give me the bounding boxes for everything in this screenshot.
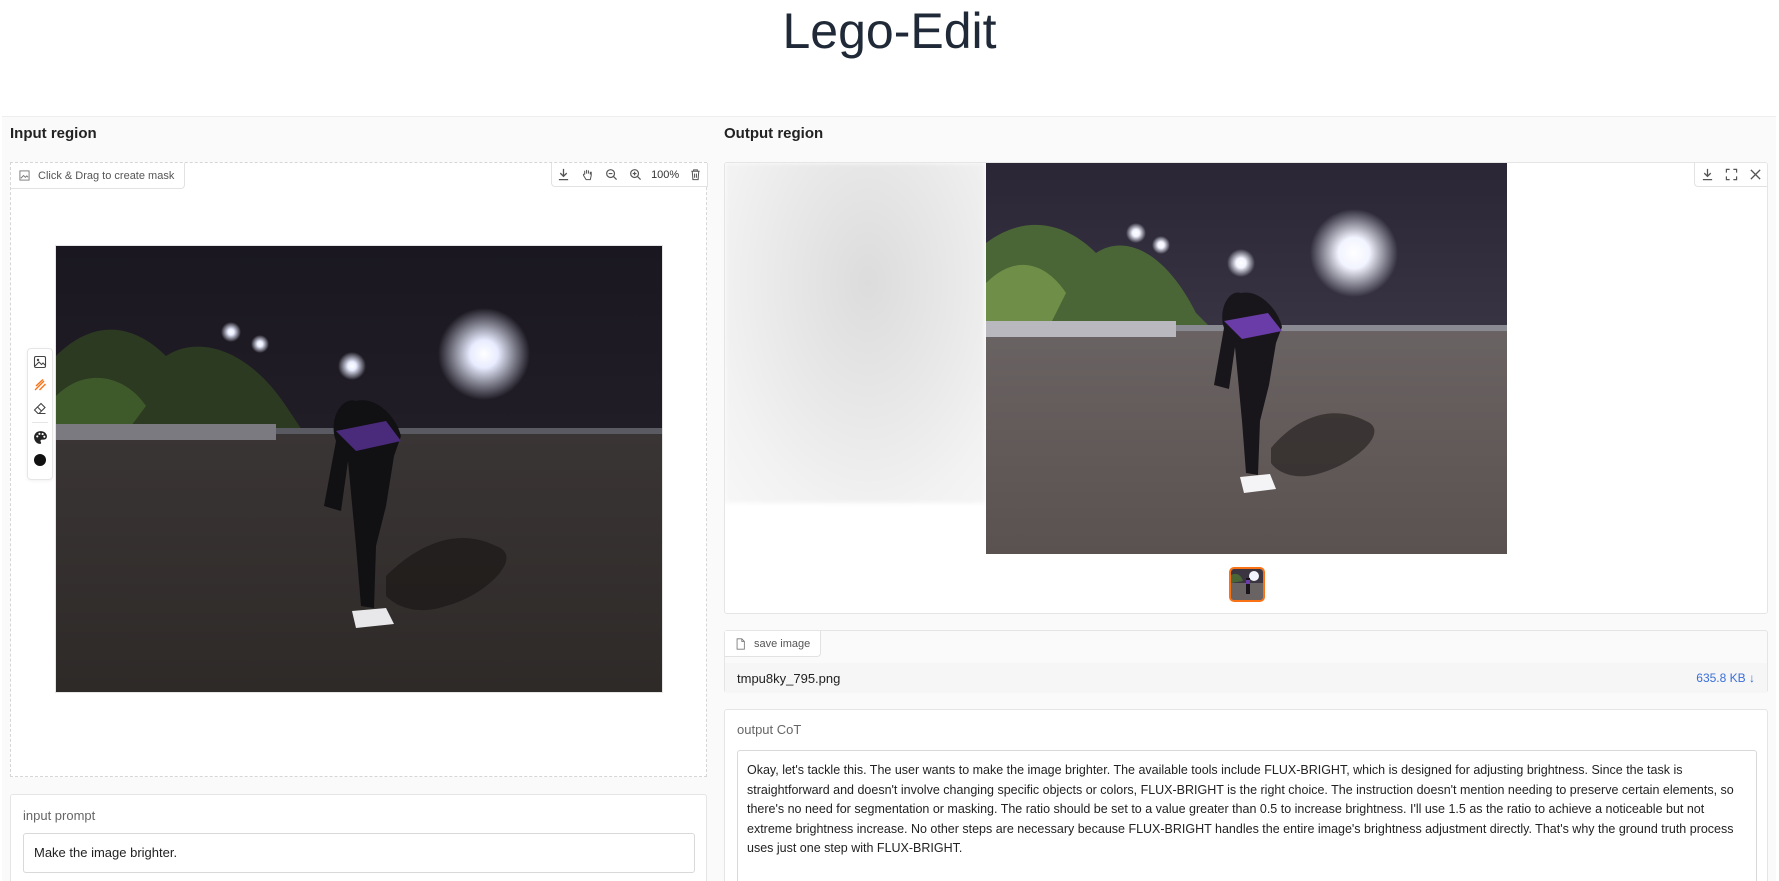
brush-toolbar [27,348,53,480]
cot-panel: output CoT Okay, let's tackle this. The … [724,709,1768,881]
prompt-label: input prompt [23,808,96,823]
output-toolbar [1694,163,1767,187]
output-photo [986,163,1507,554]
hand-icon [583,169,592,181]
pan-button[interactable] [576,163,600,186]
close-button[interactable] [1743,163,1767,186]
save-image-label: save image [725,631,822,657]
file-download-panel: save image tmpu8ky_795.png 635.8 KB ↓ [724,630,1768,693]
brush-size-button[interactable] [31,451,49,469]
trash-icon [690,169,700,181]
brush-tool-button[interactable] [31,376,49,394]
output-gallery [724,162,1768,614]
color-picker-button[interactable] [31,428,49,446]
eraser-icon [33,402,46,415]
zoom-level: 100% [651,168,680,181]
image-icon [33,355,47,369]
input-photo [55,245,663,693]
cot-label: output CoT [737,722,802,737]
brush-icon [34,378,46,391]
toolbar-divider [32,422,48,423]
download-button[interactable] [552,163,576,186]
output-download-button[interactable] [1695,163,1719,186]
zoom-out-icon [605,169,617,181]
input-region-title: Input region [10,125,97,142]
cot-textarea[interactable]: Okay, let's tackle this. The user wants … [737,750,1757,881]
zoom-in-button[interactable] [623,163,647,186]
palette-icon [33,430,47,444]
circle-icon [34,454,46,466]
clear-button[interactable] [683,163,707,186]
fullscreen-icon [1725,168,1737,181]
mask-hint-label: Click & Drag to create mask [11,163,186,189]
file-name: tmpu8ky_795.png [737,670,841,686]
fullscreen-button[interactable] [1719,163,1743,186]
blurred-preview [725,163,985,503]
prompt-input[interactable]: Make the image brighter. [23,833,695,873]
save-image-text: save image [754,637,811,650]
output-region-title: Output region [724,125,824,142]
image-tool-button[interactable] [31,353,49,371]
mask-hint-text: Click & Drag to create mask [38,169,175,182]
editor-toolbar: 100% [551,163,708,187]
image-editor[interactable]: Click & Drag to create mask 100% [10,162,708,777]
file-size-link[interactable]: 635.8 KB ↓ [1696,671,1755,685]
download-icon [1702,168,1712,181]
file-row: tmpu8ky_795.png 635.8 KB ↓ [725,663,1767,693]
eraser-tool-button[interactable] [31,399,49,417]
download-icon [559,168,569,181]
zoom-in-icon [629,169,641,181]
image-icon [19,170,30,181]
file-icon [736,637,745,650]
close-icon [1749,169,1761,180]
zoom-out-button[interactable] [600,163,624,186]
gallery-thumbnail[interactable] [1229,567,1265,602]
prompt-panel: input prompt Make the image brighter. [10,794,707,881]
page-title: Lego-Edit [782,3,997,59]
